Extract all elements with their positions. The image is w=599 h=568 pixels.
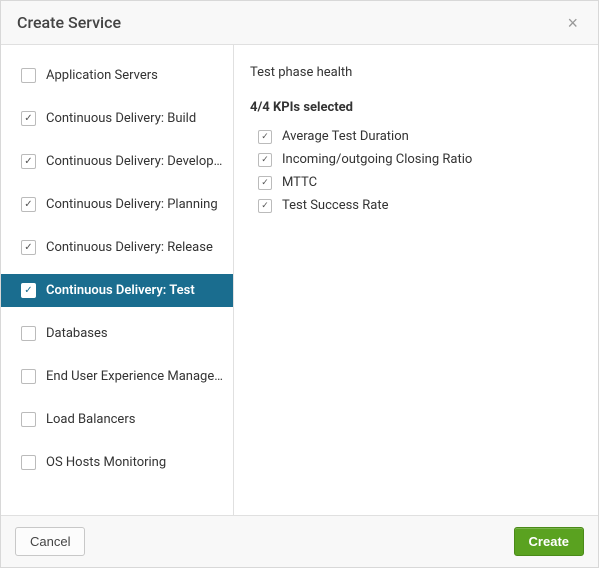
dialog-title: Create Service	[17, 13, 121, 32]
service-item[interactable]: End User Experience Manageme…	[1, 360, 233, 393]
service-list: Application Servers Continuous Delivery: …	[1, 45, 234, 515]
checkbox-icon[interactable]	[258, 176, 272, 190]
checkbox-icon[interactable]	[21, 111, 36, 126]
checkbox-icon[interactable]	[21, 68, 36, 83]
service-item[interactable]: Databases	[1, 317, 233, 350]
checkbox-icon[interactable]	[21, 154, 36, 169]
checkbox-icon[interactable]	[258, 153, 272, 167]
service-item-label: Application Servers	[46, 68, 223, 83]
service-item-label: Continuous Delivery: Build	[46, 111, 223, 126]
kpi-item[interactable]: Test Success Rate	[250, 194, 582, 217]
kpi-item-label: MTTC	[282, 175, 317, 190]
kpi-item-label: Incoming/outgoing Closing Ratio	[282, 152, 472, 167]
checkbox-icon[interactable]	[21, 326, 36, 341]
checkbox-icon[interactable]	[21, 412, 36, 427]
create-service-dialog: Create Service × Application Servers Cont…	[0, 0, 599, 568]
service-item-label: Continuous Delivery: Development	[46, 154, 223, 169]
service-item-label: Continuous Delivery: Test	[46, 283, 223, 298]
service-item-label: Continuous Delivery: Planning	[46, 197, 223, 212]
service-item[interactable]: Continuous Delivery: Build	[1, 102, 233, 135]
close-icon[interactable]: ×	[563, 14, 582, 32]
service-item[interactable]: Continuous Delivery: Release	[1, 231, 233, 264]
dialog-footer: Cancel Create	[1, 515, 598, 567]
kpi-list: Average Test Duration Incoming/outgoing C…	[250, 125, 582, 217]
detail-panel: Test phase health 4/4 KPIs selected Aver…	[234, 45, 598, 515]
service-item[interactable]: Continuous Delivery: Test	[1, 274, 233, 307]
checkbox-icon[interactable]	[21, 369, 36, 384]
checkbox-icon[interactable]	[258, 130, 272, 144]
service-item[interactable]: Load Balancers	[1, 403, 233, 436]
cancel-button[interactable]: Cancel	[15, 527, 85, 556]
kpi-item-label: Average Test Duration	[282, 129, 409, 144]
service-item-label: Load Balancers	[46, 412, 223, 427]
service-item-label: Continuous Delivery: Release	[46, 240, 223, 255]
service-item[interactable]: OS Hosts Monitoring	[1, 446, 233, 479]
dialog-body: Application Servers Continuous Delivery: …	[1, 45, 598, 515]
service-item[interactable]: Continuous Delivery: Planning	[1, 188, 233, 221]
checkbox-icon[interactable]	[21, 455, 36, 470]
service-item-label: OS Hosts Monitoring	[46, 455, 223, 470]
service-item[interactable]: Application Servers	[1, 59, 233, 92]
kpi-item[interactable]: Incoming/outgoing Closing Ratio	[250, 148, 582, 171]
service-item[interactable]: Continuous Delivery: Development	[1, 145, 233, 178]
service-item-label: Databases	[46, 326, 223, 341]
kpi-item-label: Test Success Rate	[282, 198, 388, 213]
checkbox-icon[interactable]	[258, 199, 272, 213]
kpi-item[interactable]: Average Test Duration	[250, 125, 582, 148]
checkbox-icon[interactable]	[21, 283, 36, 298]
detail-title: Test phase health	[250, 65, 582, 80]
dialog-header: Create Service ×	[1, 1, 598, 45]
kpi-item[interactable]: MTTC	[250, 171, 582, 194]
kpi-summary: 4/4 KPIs selected	[250, 100, 582, 115]
create-button[interactable]: Create	[514, 527, 584, 556]
checkbox-icon[interactable]	[21, 240, 36, 255]
service-item-label: End User Experience Manageme…	[46, 369, 223, 384]
checkbox-icon[interactable]	[21, 197, 36, 212]
